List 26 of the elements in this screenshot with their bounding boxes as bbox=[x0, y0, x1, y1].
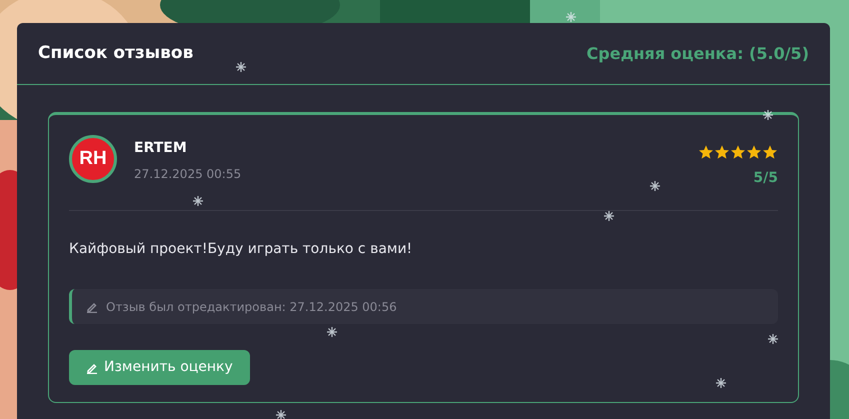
review-score: 5/5 bbox=[753, 169, 778, 188]
average-rating: Средняя оценка: (5.0/5) bbox=[586, 42, 809, 64]
panel-title: Список отзывов bbox=[38, 42, 194, 65]
pencil-icon bbox=[86, 362, 98, 374]
snowflake-icon bbox=[327, 327, 337, 337]
avatar: RH bbox=[69, 135, 117, 183]
snowflake-icon bbox=[276, 410, 286, 419]
star-icon bbox=[698, 144, 714, 160]
snowflake-icon bbox=[193, 196, 203, 206]
snowflake-icon bbox=[604, 211, 614, 221]
snowflake-icon bbox=[236, 62, 246, 72]
star-icon bbox=[746, 144, 762, 160]
snowflake-icon bbox=[716, 378, 726, 388]
pencil-icon bbox=[86, 300, 98, 312]
review-text: Кайфовый проект!Буду играть только с вами! bbox=[69, 240, 414, 259]
star-icon bbox=[762, 144, 778, 160]
edit-rating-button[interactable]: Изменить оценку bbox=[69, 350, 250, 385]
edit-note-text: Отзыв был отредактирован: 27.12.2025 00:56 bbox=[106, 298, 397, 316]
star-icon bbox=[714, 144, 730, 160]
review-date: 27.12.2025 00:55 bbox=[134, 166, 242, 183]
author-name: ERTEM bbox=[134, 139, 188, 158]
snowflake-icon bbox=[650, 181, 660, 191]
star-icon bbox=[730, 144, 746, 160]
snowflake-icon bbox=[768, 334, 778, 344]
snowflake-icon bbox=[763, 110, 773, 120]
snowflake-icon bbox=[566, 12, 576, 22]
